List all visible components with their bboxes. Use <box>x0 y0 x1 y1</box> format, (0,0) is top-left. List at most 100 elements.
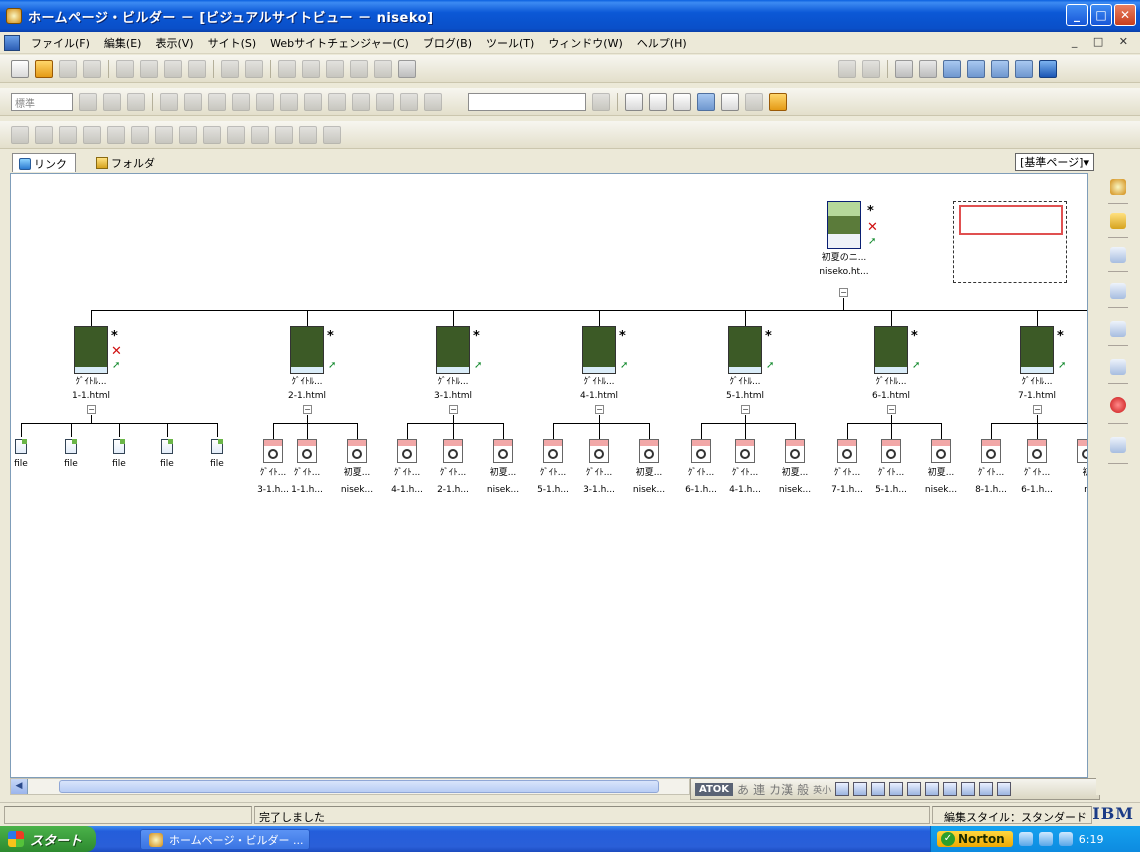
ime-tool-8-icon[interactable] <box>961 782 976 796</box>
style-select[interactable]: 標準 <box>11 92 73 111</box>
page-properties-icon[interactable] <box>302 59 320 78</box>
edit-page-icon[interactable] <box>278 59 296 78</box>
collapse-toggle[interactable]: − <box>887 405 896 414</box>
ime-tool-7-icon[interactable] <box>943 782 958 796</box>
outdent-icon[interactable] <box>256 92 274 111</box>
file-icon[interactable] <box>161 439 173 454</box>
list-icon[interactable] <box>160 92 178 111</box>
menu-help[interactable]: ヘルプ(H) <box>630 35 694 51</box>
ime-help-icon[interactable] <box>979 782 994 796</box>
link-page-icon[interactable] <box>326 59 344 78</box>
link-dropdown-icon[interactable] <box>350 59 368 78</box>
align-center-icon[interactable] <box>103 92 121 111</box>
volume-icon[interactable] <box>1038 832 1053 846</box>
ime-mode-renzoku[interactable]: 連 <box>753 781 765 798</box>
top-page-thumbnail[interactable] <box>827 201 861 249</box>
selected-group-frame[interactable] <box>959 205 1063 235</box>
globe-icon[interactable] <box>697 92 715 111</box>
menu-site[interactable]: サイト(S) <box>201 35 264 51</box>
leaf-page-icon[interactable] <box>347 439 367 463</box>
check-icon[interactable] <box>188 59 206 78</box>
bold-icon[interactable] <box>280 92 298 111</box>
cell-color-icon[interactable] <box>251 125 269 144</box>
leaf-page-icon[interactable] <box>691 439 711 463</box>
ime-tool-2-icon[interactable] <box>853 782 868 796</box>
leaf-page-icon[interactable] <box>493 439 513 463</box>
file-icon[interactable] <box>113 439 125 454</box>
menu-edit[interactable]: 編集(E) <box>97 35 149 51</box>
folder-icon[interactable] <box>1110 213 1126 229</box>
leaf-page-icon[interactable] <box>297 439 317 463</box>
tab-links[interactable]: リンク <box>12 153 76 172</box>
tab-folders[interactable]: フォルダ <box>90 153 163 172</box>
menu-site-changer[interactable]: Webサイトチェンジャー(C) <box>263 35 416 51</box>
collapse-toggle[interactable]: − <box>741 405 750 414</box>
start-button[interactable]: スタート <box>0 826 96 852</box>
atok-logo[interactable]: ATOK <box>695 782 734 796</box>
open-folder-icon[interactable] <box>35 59 53 78</box>
undo-icon[interactable] <box>221 59 239 78</box>
site-tools-icon[interactable] <box>398 59 416 78</box>
table-grid-icon[interactable] <box>11 125 29 144</box>
site-tree-icon[interactable] <box>1110 247 1126 263</box>
page-thumbnail[interactable] <box>290 326 324 374</box>
collapse-toggle[interactable]: − <box>303 405 312 414</box>
save-icon[interactable] <box>59 59 77 78</box>
link-icon[interactable] <box>673 92 691 111</box>
leaf-page-icon[interactable] <box>263 439 283 463</box>
ime-tool-6-icon[interactable] <box>925 782 940 796</box>
save-all-icon[interactable] <box>83 59 101 78</box>
page-thumbnail[interactable] <box>1020 326 1054 374</box>
leaf-page-icon[interactable] <box>981 439 1001 463</box>
title-bar[interactable]: ホームページ・ビルダー － [ビジュアルサイトビュー － niseko] _ □… <box>0 0 1140 32</box>
italic-icon[interactable] <box>304 92 322 111</box>
font-size-up-icon[interactable] <box>352 92 370 111</box>
merge-cells-icon[interactable] <box>131 125 149 144</box>
eraser-icon[interactable] <box>769 92 787 111</box>
help-icon[interactable] <box>1110 397 1126 413</box>
scroll-left-arrow-icon[interactable]: ◀ <box>11 779 28 794</box>
ime-tool-4-icon[interactable] <box>889 782 904 796</box>
file-icon[interactable] <box>65 439 77 454</box>
page-thumbnail[interactable] <box>74 326 108 374</box>
font-select[interactable] <box>468 92 586 111</box>
ime-mode-kanji[interactable]: カ漢 <box>769 781 793 798</box>
leaf-page-icon[interactable] <box>639 439 659 463</box>
cell-height-icon[interactable] <box>203 125 221 144</box>
leaf-page-icon[interactable] <box>397 439 417 463</box>
page-thumbnail[interactable] <box>874 326 908 374</box>
insert-row-icon[interactable] <box>35 125 53 144</box>
page-thumbnail[interactable] <box>436 326 470 374</box>
clear-format-icon[interactable] <box>424 92 442 111</box>
delete-row-icon[interactable] <box>83 125 101 144</box>
list-icon[interactable] <box>1110 359 1126 375</box>
table-border-icon[interactable] <box>299 125 317 144</box>
overflow-chevron-icon[interactable] <box>919 59 937 78</box>
leaf-page-icon[interactable] <box>735 439 755 463</box>
numbered-list-icon[interactable] <box>184 92 202 111</box>
text-color-icon[interactable] <box>400 92 418 111</box>
cell-width-icon[interactable] <box>179 125 197 144</box>
horizontal-scrollbar[interactable]: ◀ <box>10 778 690 795</box>
table-icon[interactable] <box>374 59 392 78</box>
checkbox-icon[interactable] <box>1110 321 1126 337</box>
new-page-icon[interactable] <box>625 92 643 111</box>
leaf-page-icon[interactable] <box>837 439 857 463</box>
ime-mode-general[interactable]: 般 <box>797 781 809 798</box>
rule-icon[interactable] <box>232 92 250 111</box>
base-page-dropdown[interactable]: [基準ページ]▾ <box>1015 153 1094 171</box>
insert-page-icon[interactable] <box>649 92 667 111</box>
collapse-toggle[interactable]: − <box>87 405 96 414</box>
tray-arrow-icon[interactable] <box>1018 832 1033 846</box>
menu-window[interactable]: ウィンドウ(W) <box>541 35 629 51</box>
delete-page-icon[interactable] <box>721 92 739 111</box>
ime-mode-alpha[interactable]: 英小 <box>813 783 831 796</box>
menu-tools[interactable]: ツール(T) <box>479 35 541 51</box>
maximize-button[interactable]: □ <box>1090 4 1112 26</box>
view-mode-1-icon[interactable] <box>943 59 961 78</box>
notes-icon[interactable] <box>1110 437 1126 453</box>
file-icon[interactable] <box>211 439 223 454</box>
mdi-controls[interactable]: _ □ ✕ <box>1072 35 1134 48</box>
delete-col-icon[interactable] <box>107 125 125 144</box>
cut-icon[interactable] <box>116 59 134 78</box>
